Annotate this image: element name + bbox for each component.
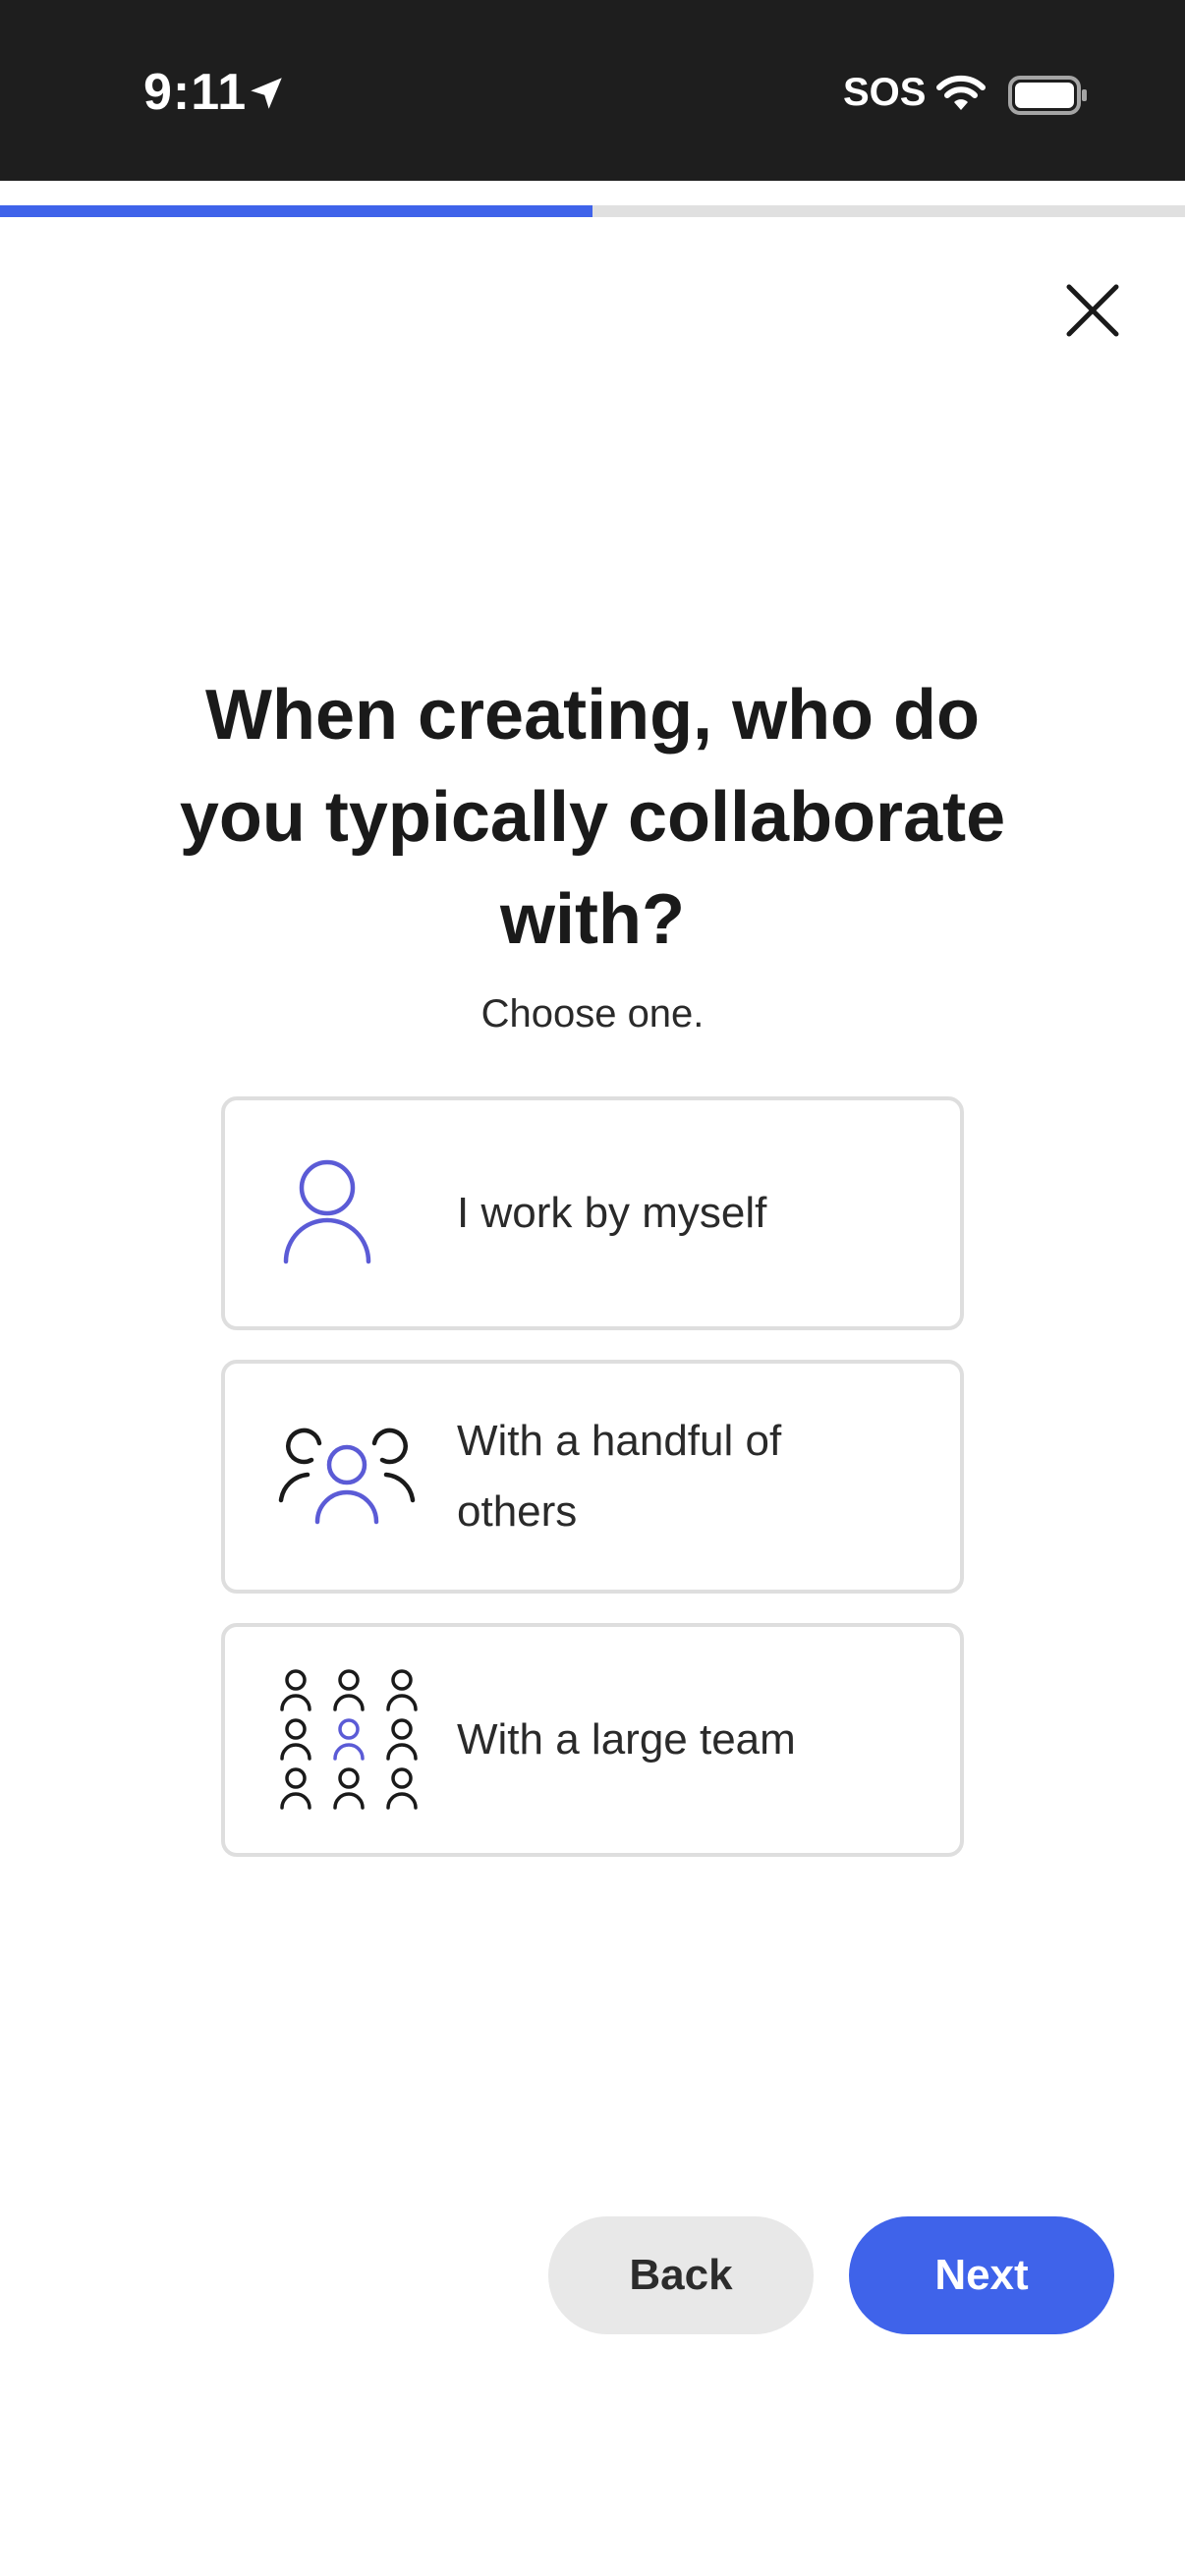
option-large-team[interactable]: With a large team	[221, 1623, 964, 1857]
progress-fill	[0, 205, 592, 217]
close-icon[interactable]	[1059, 277, 1126, 344]
option-work-by-myself[interactable]: I work by myself	[221, 1096, 964, 1330]
wifi-icon	[936, 75, 986, 110]
location-arrow-icon	[251, 78, 282, 109]
option-label: I work by myself	[457, 1189, 767, 1237]
page-title: When creating, who do you typically coll…	[179, 676, 1006, 959]
battery-icon	[1008, 76, 1087, 115]
next-button[interactable]: Next	[849, 2216, 1114, 2334]
option-label: With a handful of others	[457, 1417, 782, 1536]
status-time: 9:11	[143, 64, 248, 121]
single-person-icon	[283, 1159, 371, 1264]
progress-bar	[0, 205, 1185, 217]
small-group-icon	[278, 1428, 416, 1525]
large-team-icon	[280, 1669, 418, 1810]
sos-indicator: SOS	[843, 71, 927, 114]
option-handful-of-others[interactable]: With a handful of others	[221, 1360, 964, 1594]
option-label: With a large team	[457, 1715, 796, 1764]
back-button[interactable]: Back	[548, 2216, 814, 2334]
page-subtitle: Choose one.	[480, 992, 705, 1036]
status-bar: 9:11 SOS	[0, 0, 1185, 181]
